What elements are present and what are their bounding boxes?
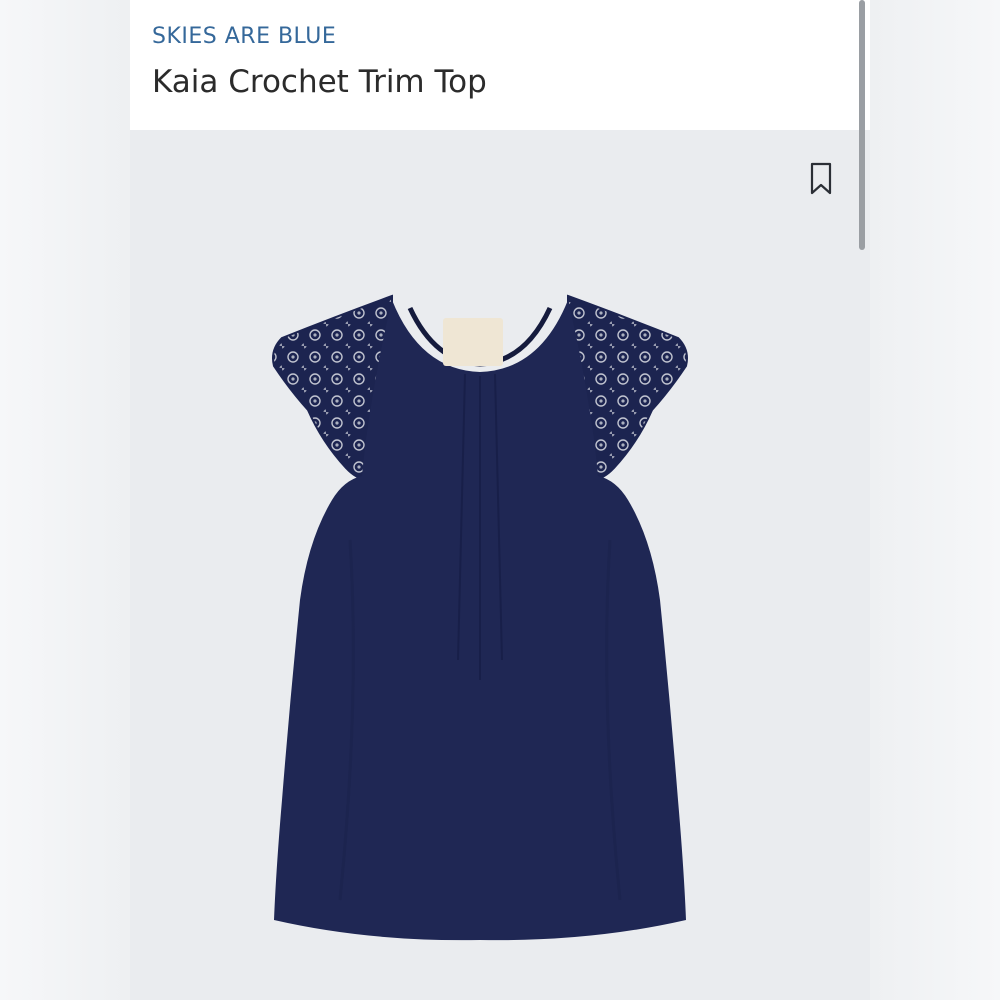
brand-name[interactable]: SKIES ARE BLUE (152, 24, 336, 49)
product-image-area (130, 130, 870, 1000)
left-backdrop (0, 0, 130, 1000)
product-header: SKIES ARE BLUE Kaia Crochet Trim Top (130, 0, 870, 130)
scrollbar[interactable] (859, 0, 865, 250)
right-backdrop (870, 0, 1000, 1000)
product-title: Kaia Crochet Trim Top (152, 64, 487, 100)
product-image[interactable] (260, 280, 700, 945)
bookmark-icon[interactable] (808, 162, 834, 196)
product-panel: SKIES ARE BLUE Kaia Crochet Trim Top (130, 0, 870, 1000)
